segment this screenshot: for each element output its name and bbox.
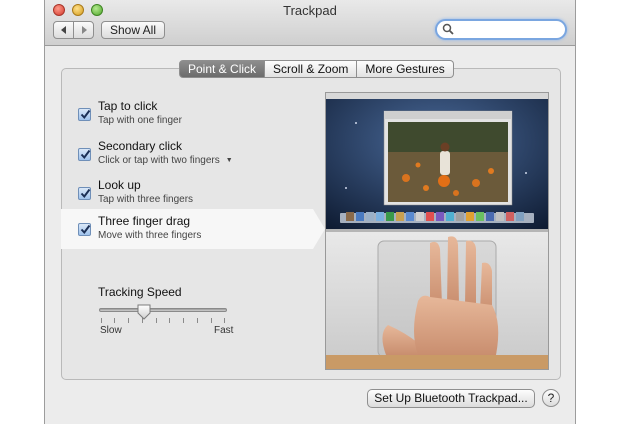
option-subtitle: Tap with three fingers xyxy=(98,194,194,205)
tab-bar: Point & Click Scroll & Zoom More Gesture… xyxy=(179,60,454,78)
option-subtitle: Click or tap with two fingers xyxy=(98,155,220,166)
secondary-click-dropdown[interactable]: Click or tap with two fingers ▼ xyxy=(98,155,233,166)
three-finger-drag-checkbox[interactable] xyxy=(78,223,91,236)
triangle-right-icon xyxy=(81,26,87,34)
checkmark-icon xyxy=(80,149,91,160)
forward-button[interactable] xyxy=(73,21,94,39)
option-subtitle: Tap with one finger xyxy=(98,115,182,126)
help-button[interactable]: ? xyxy=(542,389,560,407)
search-field[interactable] xyxy=(435,19,567,40)
show-all-button[interactable]: Show All xyxy=(101,21,165,39)
tracking-speed-label: Tracking Speed xyxy=(98,285,182,299)
slider-max-label: Fast xyxy=(214,325,234,336)
option-title: Tap to click xyxy=(98,99,158,113)
secondary-click-checkbox[interactable] xyxy=(78,148,91,161)
tracking-speed-slider[interactable] xyxy=(99,308,227,312)
gesture-preview xyxy=(325,92,549,370)
option-tap-to-click[interactable]: Tap to click Tap with one finger xyxy=(69,94,309,134)
search-icon xyxy=(442,23,454,35)
option-title: Secondary click xyxy=(98,139,183,153)
option-secondary-click[interactable]: Secondary click Click or tap with two fi… xyxy=(69,134,309,174)
tab-point-click[interactable]: Point & Click xyxy=(179,60,266,78)
tab-scroll-zoom[interactable]: Scroll & Zoom xyxy=(265,60,358,78)
checkmark-icon xyxy=(80,109,91,120)
slider-ticks xyxy=(101,318,225,324)
gesture-demo-image xyxy=(326,93,548,369)
option-look-up[interactable]: Look up Tap with three fingers xyxy=(69,173,309,213)
tap-to-click-checkbox[interactable] xyxy=(78,108,91,121)
setup-bluetooth-trackpad-button[interactable]: Set Up Bluetooth Trackpad... xyxy=(367,389,535,408)
checkmark-icon xyxy=(80,224,91,235)
checkmark-icon xyxy=(80,188,91,199)
slider-min-label: Slow xyxy=(100,325,122,336)
option-title: Three finger drag xyxy=(98,214,191,228)
tab-more-gestures[interactable]: More Gestures xyxy=(357,60,454,78)
triangle-down-icon: ▼ xyxy=(225,157,233,164)
slider-thumb[interactable] xyxy=(137,304,151,320)
option-subtitle: Move with three fingers xyxy=(98,230,202,241)
option-three-finger-drag[interactable]: Three finger drag Move with three finger… xyxy=(61,209,325,249)
option-title: Look up xyxy=(98,178,141,192)
window-title: Trackpad xyxy=(283,3,337,18)
look-up-checkbox[interactable] xyxy=(78,187,91,200)
title-bar: Trackpad Show All xyxy=(45,0,575,46)
triangle-left-icon xyxy=(60,26,66,34)
back-button[interactable] xyxy=(53,21,74,39)
trackpad-window: Trackpad Show All Point & Click Scroll &… xyxy=(44,0,576,424)
